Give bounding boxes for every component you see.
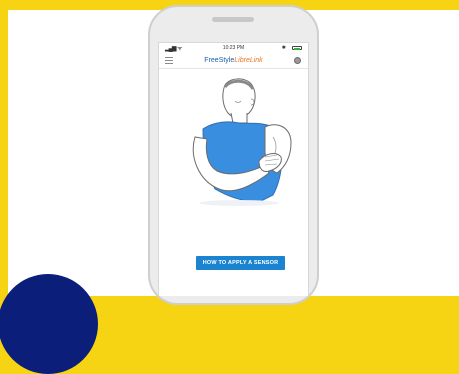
phone-screen: ▂▄▆ ᯤ 10:23 PM ✱ FreeStyleLibreLink HOW … (158, 42, 309, 296)
battery-level (294, 48, 300, 50)
how-to-apply-sensor-button[interactable]: HOW TO APPLY A SENSOR (196, 256, 285, 270)
sensor-icon[interactable] (294, 57, 301, 64)
brand-name-second: LibreLink (234, 57, 263, 64)
app-logo: FreeStyleLibreLink (159, 57, 308, 64)
app-header: FreeStyleLibreLink (159, 54, 308, 69)
phone-speaker (212, 17, 254, 22)
decorative-circle (0, 274, 98, 374)
battery-icon (292, 46, 302, 50)
brand-name-first: FreeStyle (204, 57, 235, 64)
status-bar: ▂▄▆ ᯤ 10:23 PM ✱ (159, 43, 308, 54)
sensor-application-illustration (192, 78, 292, 206)
bluetooth-icon: ✱ (281, 45, 286, 51)
